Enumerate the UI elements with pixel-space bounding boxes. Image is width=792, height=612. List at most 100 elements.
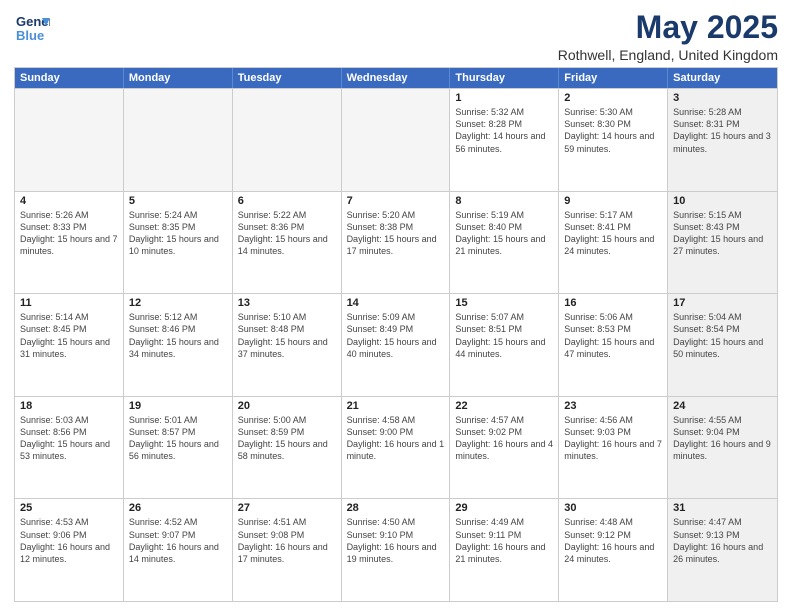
cal-cell-0-3 [342, 89, 451, 191]
day-number: 19 [129, 400, 227, 412]
cal-cell-3-2: 20 Sunrise: 5:00 AM Sunset: 8:59 PM Dayli… [233, 397, 342, 499]
day-number: 3 [673, 92, 772, 104]
day-info: Sunrise: 4:50 AM Sunset: 9:10 PM Dayligh… [347, 516, 445, 565]
cal-cell-1-5: 9 Sunrise: 5:17 AM Sunset: 8:41 PM Daylig… [559, 192, 668, 294]
day-info: Sunrise: 5:10 AM Sunset: 8:48 PM Dayligh… [238, 311, 336, 360]
day-info: Sunrise: 5:32 AM Sunset: 8:28 PM Dayligh… [455, 106, 553, 155]
day-number: 26 [129, 502, 227, 514]
day-number: 22 [455, 400, 553, 412]
day-number: 10 [673, 195, 772, 207]
cal-row-0: 1 Sunrise: 5:32 AM Sunset: 8:28 PM Daylig… [15, 88, 777, 191]
day-info: Sunrise: 5:20 AM Sunset: 8:38 PM Dayligh… [347, 209, 445, 258]
cal-cell-3-3: 21 Sunrise: 4:58 AM Sunset: 9:00 PM Dayli… [342, 397, 451, 499]
day-number: 21 [347, 400, 445, 412]
calendar: Sunday Monday Tuesday Wednesday Thursday… [14, 67, 778, 602]
day-info: Sunrise: 5:00 AM Sunset: 8:59 PM Dayligh… [238, 414, 336, 463]
cal-row-4: 25 Sunrise: 4:53 AM Sunset: 9:06 PM Dayli… [15, 498, 777, 601]
day-info: Sunrise: 4:47 AM Sunset: 9:13 PM Dayligh… [673, 516, 772, 565]
day-info: Sunrise: 5:14 AM Sunset: 8:45 PM Dayligh… [20, 311, 118, 360]
day-info: Sunrise: 5:30 AM Sunset: 8:30 PM Dayligh… [564, 106, 662, 155]
logo: General Blue [14, 10, 50, 46]
cal-cell-3-0: 18Sunrise: 5:03 AM Sunset: 8:56 PM Dayli… [15, 397, 124, 499]
day-info: Sunrise: 4:52 AM Sunset: 9:07 PM Dayligh… [129, 516, 227, 565]
cal-cell-0-5: 2 Sunrise: 5:30 AM Sunset: 8:30 PM Daylig… [559, 89, 668, 191]
cal-cell-4-6: 31 Sunrise: 4:47 AM Sunset: 9:13 PM Dayli… [668, 499, 777, 601]
cal-cell-1-0: 4Sunrise: 5:26 AM Sunset: 8:33 PM Daylig… [15, 192, 124, 294]
header-wednesday: Wednesday [342, 68, 451, 88]
page: General Blue May 2025 Rothwell, England,… [0, 0, 792, 612]
day-number: 13 [238, 297, 336, 309]
day-info: Sunrise: 5:17 AM Sunset: 8:41 PM Dayligh… [564, 209, 662, 258]
cal-cell-0-6: 3 Sunrise: 5:28 AM Sunset: 8:31 PM Daylig… [668, 89, 777, 191]
day-number: 25 [20, 502, 118, 514]
day-number: 17 [673, 297, 772, 309]
day-number: 29 [455, 502, 553, 514]
svg-text:Blue: Blue [16, 28, 44, 43]
day-info: Sunrise: 5:06 AM Sunset: 8:53 PM Dayligh… [564, 311, 662, 360]
cal-cell-4-0: 25 Sunrise: 4:53 AM Sunset: 9:06 PM Dayli… [15, 499, 124, 601]
cal-cell-2-0: 11 Sunrise: 5:14 AM Sunset: 8:45 PM Dayli… [15, 294, 124, 396]
day-number: 11 [20, 297, 118, 309]
day-number: 23 [564, 400, 662, 412]
day-number: 31 [673, 502, 772, 514]
header: General Blue May 2025 Rothwell, England,… [14, 10, 778, 63]
header-thursday: Thursday [450, 68, 559, 88]
cal-cell-2-3: 14 Sunrise: 5:09 AM Sunset: 8:49 PM Dayli… [342, 294, 451, 396]
calendar-header: Sunday Monday Tuesday Wednesday Thursday… [15, 68, 777, 88]
day-info: Sunrise: 5:19 AM Sunset: 8:40 PM Dayligh… [455, 209, 553, 258]
day-number: 9 [564, 195, 662, 207]
day-number: 7 [347, 195, 445, 207]
cal-cell-4-3: 28 Sunrise: 4:50 AM Sunset: 9:10 PM Dayli… [342, 499, 451, 601]
cal-cell-3-4: 22 Sunrise: 4:57 AM Sunset: 9:02 PM Dayli… [450, 397, 559, 499]
day-number: 20 [238, 400, 336, 412]
day-number: 2 [564, 92, 662, 104]
day-info: Sunrise: 5:09 AM Sunset: 8:49 PM Dayligh… [347, 311, 445, 360]
cal-cell-4-4: 29 Sunrise: 4:49 AM Sunset: 9:11 PM Dayli… [450, 499, 559, 601]
day-number: 15 [455, 297, 553, 309]
day-info: Sunrise: 4:49 AM Sunset: 9:11 PM Dayligh… [455, 516, 553, 565]
cal-row-1: 4Sunrise: 5:26 AM Sunset: 8:33 PM Daylig… [15, 191, 777, 294]
day-info: Sunrise: 4:57 AM Sunset: 9:02 PM Dayligh… [455, 414, 553, 463]
day-info: Sunrise: 4:53 AM Sunset: 9:06 PM Dayligh… [20, 516, 118, 565]
day-number: 1 [455, 92, 553, 104]
cal-cell-3-1: 19Sunrise: 5:01 AM Sunset: 8:57 PM Dayli… [124, 397, 233, 499]
cal-cell-1-4: 8 Sunrise: 5:19 AM Sunset: 8:40 PM Daylig… [450, 192, 559, 294]
cal-cell-2-2: 13 Sunrise: 5:10 AM Sunset: 8:48 PM Dayli… [233, 294, 342, 396]
header-saturday: Saturday [668, 68, 777, 88]
day-info: Sunrise: 5:28 AM Sunset: 8:31 PM Dayligh… [673, 106, 772, 155]
day-number: 27 [238, 502, 336, 514]
subtitle: Rothwell, England, United Kingdom [558, 47, 778, 63]
cal-cell-0-0 [15, 89, 124, 191]
day-number: 4 [20, 195, 118, 207]
main-title: May 2025 [558, 10, 778, 45]
cal-cell-0-1 [124, 89, 233, 191]
cal-cell-2-4: 15 Sunrise: 5:07 AM Sunset: 8:51 PM Dayli… [450, 294, 559, 396]
logo-icon: General Blue [14, 10, 50, 46]
cal-cell-1-6: 10 Sunrise: 5:15 AM Sunset: 8:43 PM Dayli… [668, 192, 777, 294]
day-number: 18 [20, 400, 118, 412]
day-number: 8 [455, 195, 553, 207]
day-number: 16 [564, 297, 662, 309]
cal-cell-4-5: 30 Sunrise: 4:48 AM Sunset: 9:12 PM Dayli… [559, 499, 668, 601]
cal-row-3: 18Sunrise: 5:03 AM Sunset: 8:56 PM Dayli… [15, 396, 777, 499]
header-sunday: Sunday [15, 68, 124, 88]
day-info: Sunrise: 5:07 AM Sunset: 8:51 PM Dayligh… [455, 311, 553, 360]
cal-cell-1-2: 6Sunrise: 5:22 AM Sunset: 8:36 PM Daylig… [233, 192, 342, 294]
day-number: 30 [564, 502, 662, 514]
cal-cell-2-5: 16 Sunrise: 5:06 AM Sunset: 8:53 PM Dayli… [559, 294, 668, 396]
day-info: Sunrise: 5:04 AM Sunset: 8:54 PM Dayligh… [673, 311, 772, 360]
day-info: Sunrise: 5:12 AM Sunset: 8:46 PM Dayligh… [129, 311, 227, 360]
day-info: Sunrise: 5:24 AM Sunset: 8:35 PM Dayligh… [129, 209, 227, 258]
day-number: 5 [129, 195, 227, 207]
day-info: Sunrise: 4:48 AM Sunset: 9:12 PM Dayligh… [564, 516, 662, 565]
cal-cell-1-3: 7 Sunrise: 5:20 AM Sunset: 8:38 PM Daylig… [342, 192, 451, 294]
day-number: 24 [673, 400, 772, 412]
day-info: Sunrise: 4:58 AM Sunset: 9:00 PM Dayligh… [347, 414, 445, 463]
day-number: 28 [347, 502, 445, 514]
day-info: Sunrise: 5:15 AM Sunset: 8:43 PM Dayligh… [673, 209, 772, 258]
header-monday: Monday [124, 68, 233, 88]
day-number: 14 [347, 297, 445, 309]
day-number: 6 [238, 195, 336, 207]
cal-cell-4-1: 26 Sunrise: 4:52 AM Sunset: 9:07 PM Dayli… [124, 499, 233, 601]
cal-cell-3-6: 24Sunrise: 4:55 AM Sunset: 9:04 PM Dayli… [668, 397, 777, 499]
